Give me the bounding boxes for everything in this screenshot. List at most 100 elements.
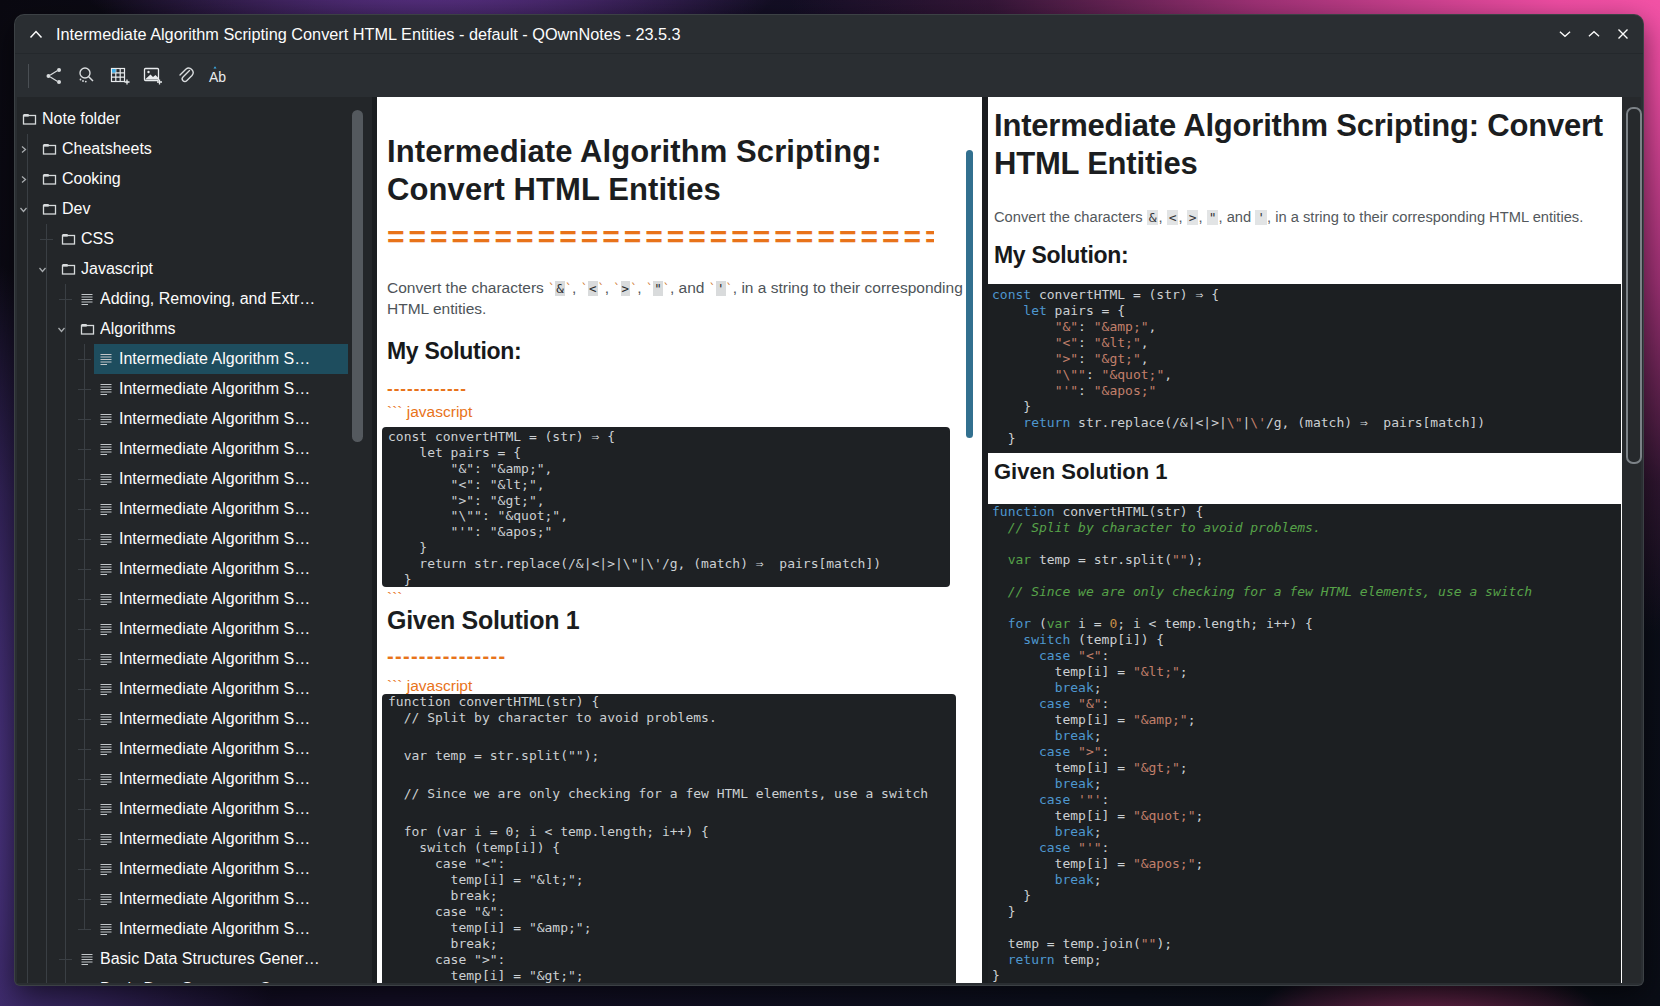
note-icon xyxy=(99,584,113,614)
tree-item-note[interactable]: Intermediate Algorithm S… xyxy=(17,344,372,374)
editor-panel[interactable]: Intermediate Algorithm Scripting:Convert… xyxy=(377,97,982,983)
tree-item-note[interactable]: Intermediate Algorithm S… xyxy=(17,464,372,494)
note-icon xyxy=(99,344,113,374)
toolbar-handle[interactable] xyxy=(28,64,29,88)
tree-item-folder[interactable]: Dev xyxy=(17,194,372,224)
tree-item-note[interactable]: Intermediate Algorithm S… xyxy=(17,884,372,914)
code-line: case "<": xyxy=(388,856,956,872)
code-line xyxy=(992,568,1621,584)
tree-item-label: Intermediate Algorithm S… xyxy=(119,614,360,644)
inline-code: < xyxy=(588,281,598,296)
sidebar-scrollbar[interactable] xyxy=(352,110,363,442)
chevron-right-icon[interactable] xyxy=(19,134,28,164)
markdown-code-fence: ``` xyxy=(387,589,403,607)
tree-item-label: Intermediate Algorithm S… xyxy=(119,884,360,914)
code-block: const convertHTML = (str) ⇒ { let pairs … xyxy=(382,427,950,587)
tree-item-note[interactable]: Adding, Removing, and Extr… xyxy=(17,284,372,314)
tree-item-note[interactable]: Intermediate Algorithm S… xyxy=(17,854,372,884)
folder-icon xyxy=(42,134,57,164)
tree-item-note[interactable]: Intermediate Algorithm S… xyxy=(17,614,372,644)
folder-icon xyxy=(61,254,76,284)
editor-scrollbar[interactable] xyxy=(966,150,973,438)
insert-image-icon[interactable] xyxy=(141,64,164,87)
tree-item-note[interactable]: Intermediate Algorithm S… xyxy=(17,914,372,944)
tree-item-label: Basic Data Structures Gener… xyxy=(100,974,360,983)
close-button[interactable] xyxy=(1617,28,1629,40)
code-line: const convertHTML = (str) ⇒ { xyxy=(388,429,950,445)
tree-item-folder[interactable]: Note folder xyxy=(17,104,372,134)
titlebar[interactable]: Intermediate Algorithm Scripting Convert… xyxy=(15,15,1643,53)
code-line: } xyxy=(388,540,950,556)
tree-item-label: Intermediate Algorithm S… xyxy=(119,464,360,494)
chevron-down-icon[interactable] xyxy=(38,254,47,284)
code-line: // Split by character to avoid problems. xyxy=(992,520,1621,536)
note-icon xyxy=(99,764,113,794)
format-text-icon[interactable]: Ab xyxy=(207,64,230,87)
code-line: // Split by character to avoid problems. xyxy=(388,710,956,726)
code-line: ">": "&gt;", xyxy=(992,351,1621,367)
search-icon[interactable] xyxy=(75,64,98,87)
tree-item-note[interactable]: Intermediate Algorithm S… xyxy=(17,704,372,734)
tree-item-folder[interactable]: Javascript xyxy=(17,254,372,284)
tree-item-label: Intermediate Algorithm S… xyxy=(119,824,360,854)
code-line: temp[i] = "&amp;"; xyxy=(992,712,1621,728)
chevron-down-icon[interactable] xyxy=(19,194,28,224)
minimize-button[interactable] xyxy=(1559,28,1571,40)
tree-item-folder[interactable]: Cheatsheets xyxy=(17,134,372,164)
preview-scrollbar[interactable] xyxy=(1626,107,1642,464)
note-icon xyxy=(80,944,94,974)
note-icon xyxy=(99,854,113,884)
preview-heading: Intermediate Algorithm Scripting: Conver… xyxy=(994,107,1603,183)
tree-item-note[interactable]: Intermediate Algorithm S… xyxy=(17,434,372,464)
shade-icon[interactable] xyxy=(29,30,43,39)
tree-item-note[interactable]: Intermediate Algorithm S… xyxy=(17,674,372,704)
tree-item-note[interactable]: Intermediate Algorithm S… xyxy=(17,404,372,434)
tree-item-note[interactable]: Intermediate Algorithm S… xyxy=(17,494,372,524)
tree-item-label: Intermediate Algorithm S… xyxy=(119,764,360,794)
code-line: } xyxy=(388,572,950,588)
insert-table-icon[interactable] xyxy=(108,64,131,87)
tree-item-label: Javascript xyxy=(81,254,360,284)
tree-item-label: Intermediate Algorithm S… xyxy=(119,674,360,704)
tree-item-note[interactable]: Intermediate Algorithm S… xyxy=(17,644,372,674)
tree-item-note[interactable]: Intermediate Algorithm S… xyxy=(17,734,372,764)
tree-item-folder[interactable]: Algorithms xyxy=(17,314,372,344)
code-line: temp[i] = "&lt;"; xyxy=(388,872,956,888)
attachment-icon[interactable] xyxy=(174,64,197,87)
tree-item-note[interactable]: Intermediate Algorithm S… xyxy=(17,374,372,404)
preview-panel: Intermediate Algorithm Scripting: Conver… xyxy=(988,97,1622,983)
tree-item-note[interactable]: Intermediate Algorithm S… xyxy=(17,764,372,794)
tree-item-note[interactable]: Intermediate Algorithm S… xyxy=(17,794,372,824)
maximize-button[interactable] xyxy=(1588,28,1600,40)
tree-item-note[interactable]: Basic Data Structures Gener… xyxy=(17,974,372,983)
markdown-code-fence: ``` javascript xyxy=(387,403,472,421)
share-icon[interactable] xyxy=(42,64,65,87)
preview-scrollbar-track[interactable] xyxy=(1622,97,1641,983)
chevron-right-icon[interactable] xyxy=(19,164,28,194)
note-icon xyxy=(99,644,113,674)
note-icon xyxy=(99,374,113,404)
chevron-down-icon[interactable] xyxy=(57,314,66,344)
code-line: const convertHTML = (str) ⇒ { xyxy=(992,287,1621,303)
tree-item-folder[interactable]: CSS xyxy=(17,224,372,254)
code-line: case ">": xyxy=(992,744,1621,760)
markdown-dash-underline: ------------ xyxy=(387,379,467,399)
tree-item-folder[interactable]: Cooking xyxy=(17,164,372,194)
tree-item-note[interactable]: Intermediate Algorithm S… xyxy=(17,554,372,584)
tree-item-note[interactable]: Basic Data Structures Gener… xyxy=(17,944,372,974)
code-line xyxy=(388,764,956,786)
code-line: } xyxy=(992,399,1621,415)
tree-item-note[interactable]: Intermediate Algorithm S… xyxy=(17,524,372,554)
note-icon xyxy=(99,434,113,464)
markdown-code-fence: ``` javascript xyxy=(387,677,472,695)
code-line: break; xyxy=(992,728,1621,744)
note-icon xyxy=(80,974,94,983)
code-line: temp = temp.join(""); xyxy=(992,936,1621,952)
code-line xyxy=(992,920,1621,936)
tree-item-label: Cooking xyxy=(62,164,360,194)
tree-item-note[interactable]: Intermediate Algorithm S… xyxy=(17,824,372,854)
code-line: function convertHTML(str) { xyxy=(992,504,1621,520)
note-icon xyxy=(80,284,94,314)
tree-item-note[interactable]: Intermediate Algorithm S… xyxy=(17,584,372,614)
note-icon xyxy=(99,494,113,524)
